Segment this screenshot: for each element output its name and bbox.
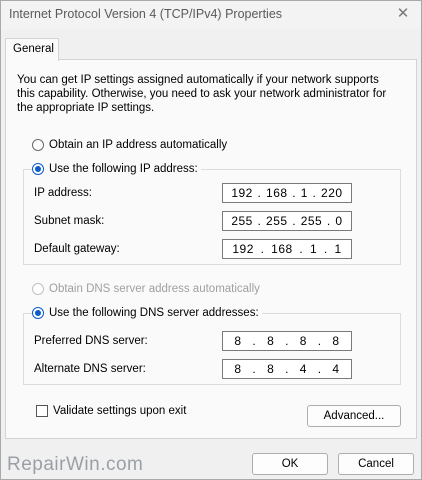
validate-label: Validate settings upon exit [53, 405, 187, 417]
ip-dot: . [252, 362, 257, 376]
default-gateway-input[interactable]: 192. 168. 1. 1 [222, 239, 352, 259]
ip-dot: . [257, 214, 262, 228]
subnet-mask-input[interactable]: 255. 255. 255. 0 [222, 211, 352, 231]
ip-octet-2: 8 [267, 334, 275, 348]
dns-auto-label: Obtain DNS server address automatically [49, 283, 260, 295]
ip-auto-option[interactable]: Obtain an IP address automatically [32, 139, 227, 151]
dns-manual-radio[interactable] [32, 307, 44, 319]
ip-dot: . [285, 334, 289, 348]
ok-button[interactable]: OK [252, 453, 328, 475]
ip-octet-4: 8 [332, 334, 340, 348]
ip-octet-2: 8 [267, 362, 275, 376]
ip-octet-4: 4 [332, 362, 340, 376]
ip-dot: . [285, 362, 289, 376]
ip-octet-1: 8 [234, 334, 242, 348]
ip-octet-2: 168 [271, 242, 293, 256]
intro-text: You can get IP settings assigned automat… [17, 74, 387, 114]
validate-checkbox[interactable] [36, 405, 48, 417]
close-icon: ✕ [396, 5, 410, 22]
ip-dot: . [299, 242, 304, 256]
ip-dot: . [257, 186, 262, 200]
ip-octet-1: 192 [231, 186, 253, 200]
dns-auto-option[interactable]: Obtain DNS server address automatically [32, 283, 260, 295]
properties-dialog: Internet Protocol Version 4 (TCP/IPv4) P… [0, 0, 422, 480]
ip-dot: . [292, 186, 297, 200]
ip-dot: . [312, 186, 317, 200]
ip-octet-1: 255 [231, 214, 253, 228]
subnet-mask-label: Subnet mask: [34, 215, 105, 227]
ip-octet-3: 4 [299, 362, 307, 376]
tab-general-label: General [13, 43, 54, 55]
ip-octet-1: 8 [234, 362, 242, 376]
ip-dot: . [252, 334, 257, 348]
ip-dot: . [260, 242, 265, 256]
ip-dot: . [317, 334, 322, 348]
ip-dot: . [326, 214, 331, 228]
ip-dot: . [292, 214, 297, 228]
ip-octet-2: 168 [266, 186, 288, 200]
ip-address-label: IP address: [34, 187, 92, 199]
cancel-button[interactable]: Cancel [338, 453, 414, 475]
ip-octet-1: 192 [232, 242, 254, 256]
dns-manual-option[interactable]: Use the following DNS server addresses: [32, 307, 262, 319]
ip-address-input[interactable]: 192. 168. 1. 220 [222, 183, 352, 203]
ip-manual-radio[interactable] [32, 163, 44, 175]
ip-auto-label: Obtain an IP address automatically [49, 139, 228, 151]
dns-auto-radio[interactable] [32, 283, 44, 295]
window-title: Internet Protocol Version 4 (TCP/IPv4) P… [9, 7, 283, 21]
default-gateway-label: Default gateway: [34, 243, 120, 255]
ip-dot: . [323, 242, 328, 256]
ip-octet-3: 8 [299, 334, 307, 348]
preferred-dns-input[interactable]: 8. 8. 8. 8 [222, 331, 352, 351]
close-button[interactable]: ✕ [391, 3, 415, 25]
ip-manual-option[interactable]: Use the following IP address: [32, 163, 201, 175]
advanced-button[interactable]: Advanced... [307, 405, 401, 427]
dns-manual-label: Use the following DNS server addresses: [49, 307, 259, 319]
alternate-dns-input[interactable]: 8. 8. 4. 4 [222, 359, 352, 379]
ip-octet-4: 220 [321, 186, 343, 200]
ip-dot: . [317, 362, 322, 376]
ip-octet-4: 0 [335, 214, 343, 228]
preferred-dns-label: Preferred DNS server: [34, 335, 148, 347]
ip-manual-label: Use the following IP address: [49, 163, 198, 175]
alternate-dns-label: Alternate DNS server: [34, 363, 146, 375]
title-bar: Internet Protocol Version 4 (TCP/IPv4) P… [1, 1, 421, 29]
ip-octet-4: 1 [334, 242, 342, 256]
ip-octet-3: 1 [309, 242, 318, 256]
validate-option[interactable]: Validate settings upon exit [36, 405, 186, 417]
ip-octet-3: 255 [300, 214, 323, 228]
tab-general[interactable]: General [5, 38, 59, 61]
watermark-text: RepairWin.com [7, 454, 144, 475]
ip-octet-2: 255 [266, 214, 288, 228]
ip-octet-3: 1 [300, 186, 308, 200]
ip-auto-radio[interactable] [32, 139, 44, 151]
